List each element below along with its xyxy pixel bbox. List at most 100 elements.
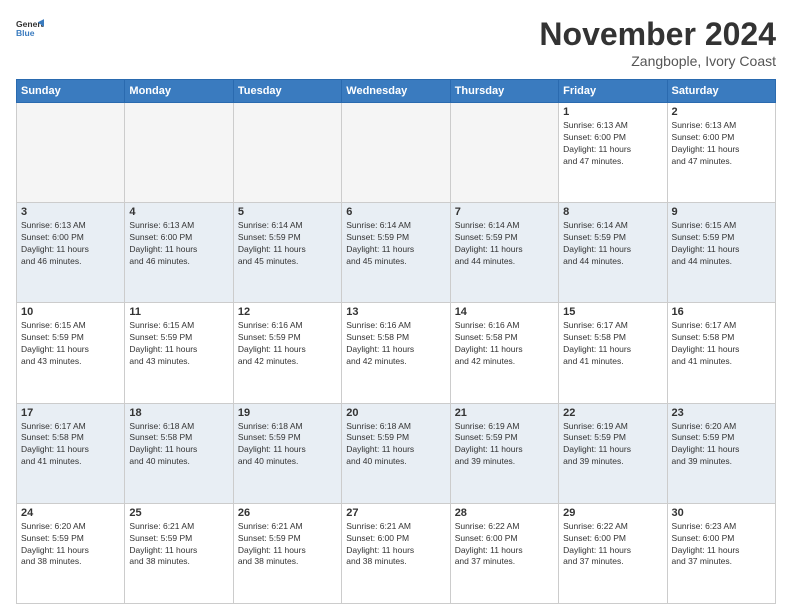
table-row	[450, 103, 558, 203]
table-row: 30 Sunrise: 6:23 AM Sunset: 6:00 PM Dayli…	[667, 503, 775, 603]
table-row: 15 Sunrise: 6:17 AM Sunset: 5:58 PM Dayli…	[559, 303, 667, 403]
table-row: 19 Sunrise: 6:18 AM Sunset: 5:59 PM Dayli…	[233, 403, 341, 503]
table-row: 12Sunrise: 6:16 AM Sunset: 5:59 PM Dayli…	[233, 303, 341, 403]
day-number: 7	[455, 206, 554, 218]
day-number: 15	[563, 306, 662, 318]
day-info: Sunrise: 6:13 AM Sunset: 6:00 PM Dayligh…	[672, 120, 771, 168]
table-row: 8 Sunrise: 6:14 AM Sunset: 5:59 PM Daylig…	[559, 203, 667, 303]
calendar-week-row: 1 Sunrise: 6:13 AM Sunset: 6:00 PM Daylig…	[17, 103, 776, 203]
day-number: 25	[129, 507, 228, 519]
day-info: Sunrise: 6:17 AM Sunset: 5:58 PM Dayligh…	[672, 320, 771, 368]
day-number: 2	[672, 106, 771, 118]
day-number: 10	[21, 306, 120, 318]
table-row: 4 Sunrise: 6:13 AM Sunset: 6:00 PM Daylig…	[125, 203, 233, 303]
day-number: 3	[21, 206, 120, 218]
table-row: 13 Sunrise: 6:16 AM Sunset: 5:58 PM Dayli…	[342, 303, 450, 403]
day-number: 9	[672, 206, 771, 218]
day-number: 21	[455, 407, 554, 419]
table-row	[233, 103, 341, 203]
day-number: 28	[455, 507, 554, 519]
table-row: 16Sunrise: 6:17 AM Sunset: 5:58 PM Dayli…	[667, 303, 775, 403]
day-info: Sunrise: 6:13 AM Sunset: 6:00 PM Dayligh…	[21, 220, 120, 268]
day-info: Sunrise: 6:19 AM Sunset: 5:59 PM Dayligh…	[563, 421, 662, 469]
day-info: Sunrise: 6:17 AM Sunset: 5:58 PM Dayligh…	[21, 421, 120, 469]
day-info: Sunrise: 6:14 AM Sunset: 5:59 PM Dayligh…	[346, 220, 445, 268]
day-info: Sunrise: 6:20 AM Sunset: 5:59 PM Dayligh…	[672, 421, 771, 469]
table-row: 24 Sunrise: 6:20 AM Sunset: 5:59 PM Dayli…	[17, 503, 125, 603]
table-row: 22 Sunrise: 6:19 AM Sunset: 5:59 PM Dayli…	[559, 403, 667, 503]
calendar-page: General Blue November 2024 Zangbople, Iv…	[0, 0, 792, 612]
day-info: Sunrise: 6:21 AM Sunset: 6:00 PM Dayligh…	[346, 521, 445, 569]
day-number: 13	[346, 306, 445, 318]
calendar-week-row: 10 Sunrise: 6:15 AM Sunset: 5:59 PM Dayli…	[17, 303, 776, 403]
table-row: 2 Sunrise: 6:13 AM Sunset: 6:00 PM Daylig…	[667, 103, 775, 203]
table-row: 20 Sunrise: 6:18 AM Sunset: 5:59 PM Dayli…	[342, 403, 450, 503]
table-row: 10 Sunrise: 6:15 AM Sunset: 5:59 PM Dayli…	[17, 303, 125, 403]
day-number: 20	[346, 407, 445, 419]
svg-text:General: General	[16, 19, 44, 29]
table-row: 27 Sunrise: 6:21 AM Sunset: 6:00 PM Dayli…	[342, 503, 450, 603]
day-number: 11	[129, 306, 228, 318]
title-block: November 2024 Zangbople, Ivory Coast	[539, 16, 776, 69]
day-info: Sunrise: 6:18 AM Sunset: 5:59 PM Dayligh…	[346, 421, 445, 469]
day-info: Sunrise: 6:22 AM Sunset: 6:00 PM Dayligh…	[455, 521, 554, 569]
day-info: Sunrise: 6:14 AM Sunset: 5:59 PM Dayligh…	[563, 220, 662, 268]
table-row	[125, 103, 233, 203]
header: General Blue November 2024 Zangbople, Iv…	[16, 16, 776, 69]
table-row: 28 Sunrise: 6:22 AM Sunset: 6:00 PM Dayli…	[450, 503, 558, 603]
day-number: 23	[672, 407, 771, 419]
day-number: 4	[129, 206, 228, 218]
day-info: Sunrise: 6:18 AM Sunset: 5:59 PM Dayligh…	[238, 421, 337, 469]
day-info: Sunrise: 6:16 AM Sunset: 5:58 PM Dayligh…	[455, 320, 554, 368]
header-friday: Friday	[559, 80, 667, 103]
day-number: 1	[563, 106, 662, 118]
calendar-week-row: 24 Sunrise: 6:20 AM Sunset: 5:59 PM Dayli…	[17, 503, 776, 603]
day-info: Sunrise: 6:22 AM Sunset: 6:00 PM Dayligh…	[563, 521, 662, 569]
day-info: Sunrise: 6:16 AM Sunset: 5:59 PM Dayligh…	[238, 320, 337, 368]
header-tuesday: Tuesday	[233, 80, 341, 103]
day-info: Sunrise: 6:13 AM Sunset: 6:00 PM Dayligh…	[563, 120, 662, 168]
location: Zangbople, Ivory Coast	[539, 53, 776, 69]
table-row: 25 Sunrise: 6:21 AM Sunset: 5:59 PM Dayli…	[125, 503, 233, 603]
day-info: Sunrise: 6:19 AM Sunset: 5:59 PM Dayligh…	[455, 421, 554, 469]
weekday-header-row: Sunday Monday Tuesday Wednesday Thursday…	[17, 80, 776, 103]
day-number: 8	[563, 206, 662, 218]
day-info: Sunrise: 6:15 AM Sunset: 5:59 PM Dayligh…	[21, 320, 120, 368]
header-saturday: Saturday	[667, 80, 775, 103]
table-row: 5Sunrise: 6:14 AM Sunset: 5:59 PM Daylig…	[233, 203, 341, 303]
day-info: Sunrise: 6:23 AM Sunset: 6:00 PM Dayligh…	[672, 521, 771, 569]
day-info: Sunrise: 6:16 AM Sunset: 5:58 PM Dayligh…	[346, 320, 445, 368]
header-wednesday: Wednesday	[342, 80, 450, 103]
day-number: 19	[238, 407, 337, 419]
day-info: Sunrise: 6:13 AM Sunset: 6:00 PM Dayligh…	[129, 220, 228, 268]
day-number: 26	[238, 507, 337, 519]
month-title: November 2024	[539, 16, 776, 53]
table-row	[342, 103, 450, 203]
table-row: 3 Sunrise: 6:13 AM Sunset: 6:00 PM Daylig…	[17, 203, 125, 303]
day-info: Sunrise: 6:14 AM Sunset: 5:59 PM Dayligh…	[238, 220, 337, 268]
day-number: 24	[21, 507, 120, 519]
header-monday: Monday	[125, 80, 233, 103]
table-row: 6 Sunrise: 6:14 AM Sunset: 5:59 PM Daylig…	[342, 203, 450, 303]
table-row: 23 Sunrise: 6:20 AM Sunset: 5:59 PM Dayli…	[667, 403, 775, 503]
day-info: Sunrise: 6:18 AM Sunset: 5:58 PM Dayligh…	[129, 421, 228, 469]
day-info: Sunrise: 6:15 AM Sunset: 5:59 PM Dayligh…	[672, 220, 771, 268]
day-info: Sunrise: 6:20 AM Sunset: 5:59 PM Dayligh…	[21, 521, 120, 569]
table-row: 21 Sunrise: 6:19 AM Sunset: 5:59 PM Dayli…	[450, 403, 558, 503]
day-info: Sunrise: 6:15 AM Sunset: 5:59 PM Dayligh…	[129, 320, 228, 368]
day-number: 22	[563, 407, 662, 419]
day-info: Sunrise: 6:21 AM Sunset: 5:59 PM Dayligh…	[129, 521, 228, 569]
table-row	[17, 103, 125, 203]
table-row: 29Sunrise: 6:22 AM Sunset: 6:00 PM Dayli…	[559, 503, 667, 603]
day-number: 30	[672, 507, 771, 519]
logo: General Blue	[16, 16, 44, 44]
calendar-week-row: 17Sunrise: 6:17 AM Sunset: 5:58 PM Dayli…	[17, 403, 776, 503]
day-info: Sunrise: 6:17 AM Sunset: 5:58 PM Dayligh…	[563, 320, 662, 368]
table-row: 7Sunrise: 6:14 AM Sunset: 5:59 PM Daylig…	[450, 203, 558, 303]
header-thursday: Thursday	[450, 80, 558, 103]
day-number: 27	[346, 507, 445, 519]
day-info: Sunrise: 6:21 AM Sunset: 5:59 PM Dayligh…	[238, 521, 337, 569]
table-row: 9 Sunrise: 6:15 AM Sunset: 5:59 PM Daylig…	[667, 203, 775, 303]
day-number: 6	[346, 206, 445, 218]
table-row: 18Sunrise: 6:18 AM Sunset: 5:58 PM Dayli…	[125, 403, 233, 503]
